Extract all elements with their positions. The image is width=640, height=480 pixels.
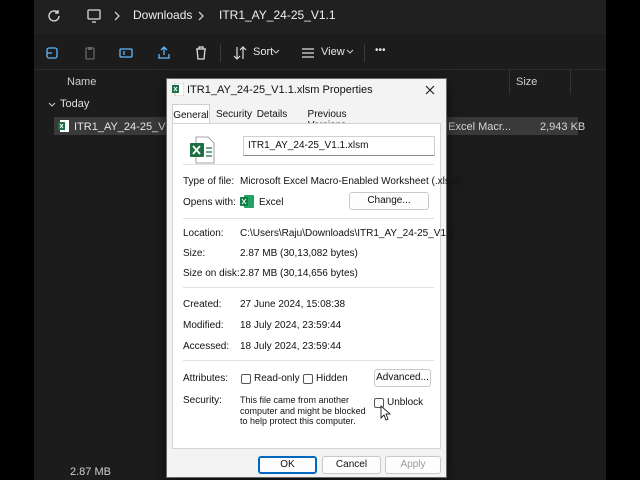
close-icon[interactable] bbox=[420, 81, 440, 99]
view-button[interactable]: View bbox=[321, 46, 345, 58]
general-panel: ITR1_AY_24-25_V1.1.xlsm Type of file: Mi… bbox=[172, 123, 462, 449]
toolbar-divider bbox=[220, 44, 221, 62]
location-value: C:\Users\Raju\Downloads\ITR1_AY_24-25_V1… bbox=[240, 228, 455, 239]
status-bar-selection-size: 2.87 MB bbox=[70, 466, 111, 478]
size-label: Size: bbox=[183, 248, 206, 259]
tab-security[interactable]: Security bbox=[215, 106, 253, 124]
divider bbox=[183, 287, 434, 288]
rename-icon[interactable] bbox=[118, 45, 134, 61]
apply-button[interactable]: Apply bbox=[385, 456, 441, 474]
modified-label: Modified: bbox=[183, 320, 224, 331]
paste-icon[interactable] bbox=[82, 45, 98, 61]
excel-file-icon bbox=[172, 83, 184, 96]
cancel-button[interactable]: Cancel bbox=[322, 456, 381, 474]
tab-previous-versions[interactable]: Previous Versions bbox=[291, 106, 363, 131]
chevron-right-icon bbox=[114, 11, 120, 21]
excel-app-icon bbox=[240, 195, 254, 208]
ok-button[interactable]: OK bbox=[258, 456, 317, 474]
excel-file-icon bbox=[190, 136, 215, 164]
column-divider[interactable] bbox=[570, 70, 571, 94]
chevron-down-icon bbox=[272, 49, 280, 54]
hidden-label[interactable]: Hidden bbox=[316, 373, 348, 384]
accessed-value: 18 July 2024, 23:59:44 bbox=[240, 341, 342, 352]
file-type: t Excel Macr... bbox=[442, 121, 512, 133]
view-icon[interactable] bbox=[300, 45, 316, 61]
read-only-checkbox[interactable] bbox=[241, 374, 251, 384]
column-header-name[interactable]: Name bbox=[67, 76, 96, 88]
chevron-down-icon bbox=[346, 49, 354, 54]
new-icon[interactable] bbox=[44, 45, 60, 61]
group-header-today[interactable]: Today bbox=[60, 98, 89, 110]
attributes-label: Attributes: bbox=[183, 373, 229, 384]
share-icon[interactable] bbox=[156, 45, 172, 61]
accessed-label: Accessed: bbox=[183, 341, 230, 352]
screen: Downloads ITR1_AY_24-25_V1.1 Sort View •… bbox=[0, 0, 640, 480]
tab-details[interactable]: Details bbox=[256, 106, 288, 124]
size-value: 2.87 MB (30,13,082 bytes) bbox=[240, 248, 358, 259]
command-bar: Sort View ••• bbox=[34, 36, 606, 70]
type-value: Microsoft Excel Macro-Enabled Worksheet … bbox=[240, 176, 462, 187]
chevron-down-icon[interactable] bbox=[48, 101, 56, 109]
refresh-icon[interactable] bbox=[46, 8, 62, 24]
chevron-right-icon bbox=[198, 11, 204, 21]
advanced-button[interactable]: Advanced... bbox=[374, 369, 431, 387]
location-label: Location: bbox=[183, 228, 224, 239]
dialog-title: ITR1_AY_24-25_V1.1.xlsm Properties bbox=[187, 84, 373, 96]
change-button[interactable]: Change... bbox=[349, 192, 429, 210]
size-on-disk-value: 2.87 MB (30,14,656 bytes) bbox=[240, 268, 358, 279]
file-size: 2,943 KB bbox=[540, 121, 586, 133]
size-on-disk-label: Size on disk: bbox=[183, 268, 240, 279]
tab-general[interactable]: General bbox=[172, 104, 210, 124]
hidden-checkbox[interactable] bbox=[303, 374, 313, 384]
column-header-size[interactable]: Size bbox=[516, 76, 537, 88]
opens-with-label: Opens with: bbox=[183, 197, 236, 208]
created-label: Created: bbox=[183, 299, 222, 310]
this-pc-icon[interactable] bbox=[86, 8, 102, 24]
more-options-button[interactable]: ••• bbox=[375, 45, 386, 56]
address-bar[interactable]: Downloads ITR1_AY_24-25_V1.1 bbox=[34, 0, 606, 34]
delete-icon[interactable] bbox=[193, 45, 209, 61]
mouse-pointer-icon bbox=[380, 405, 392, 421]
sort-button[interactable]: Sort bbox=[253, 46, 273, 58]
column-divider[interactable] bbox=[509, 70, 510, 94]
divider bbox=[183, 218, 434, 219]
created-value: 27 June 2024, 15:08:38 bbox=[240, 299, 346, 310]
excel-file-icon bbox=[58, 120, 69, 132]
security-label: Security: bbox=[183, 395, 222, 406]
sort-icon[interactable] bbox=[232, 45, 248, 61]
unblock-label[interactable]: Unblock bbox=[387, 397, 423, 408]
security-message: This file came from another computer and… bbox=[240, 395, 366, 426]
properties-dialog: ITR1_AY_24-25_V1.1.xlsm Properties Gener… bbox=[166, 78, 462, 478]
breadcrumb-downloads[interactable]: Downloads bbox=[133, 8, 192, 22]
modified-value: 18 July 2024, 23:59:44 bbox=[240, 320, 342, 331]
read-only-label[interactable]: Read-only bbox=[254, 373, 300, 384]
opens-with-value: Excel bbox=[259, 197, 284, 208]
type-label: Type of file: bbox=[183, 176, 235, 187]
breadcrumb-folder[interactable]: ITR1_AY_24-25_V1.1 bbox=[219, 8, 336, 22]
divider bbox=[183, 164, 434, 165]
toolbar-divider bbox=[364, 44, 365, 62]
filename-input[interactable]: ITR1_AY_24-25_V1.1.xlsm bbox=[243, 136, 435, 156]
divider bbox=[183, 360, 434, 361]
